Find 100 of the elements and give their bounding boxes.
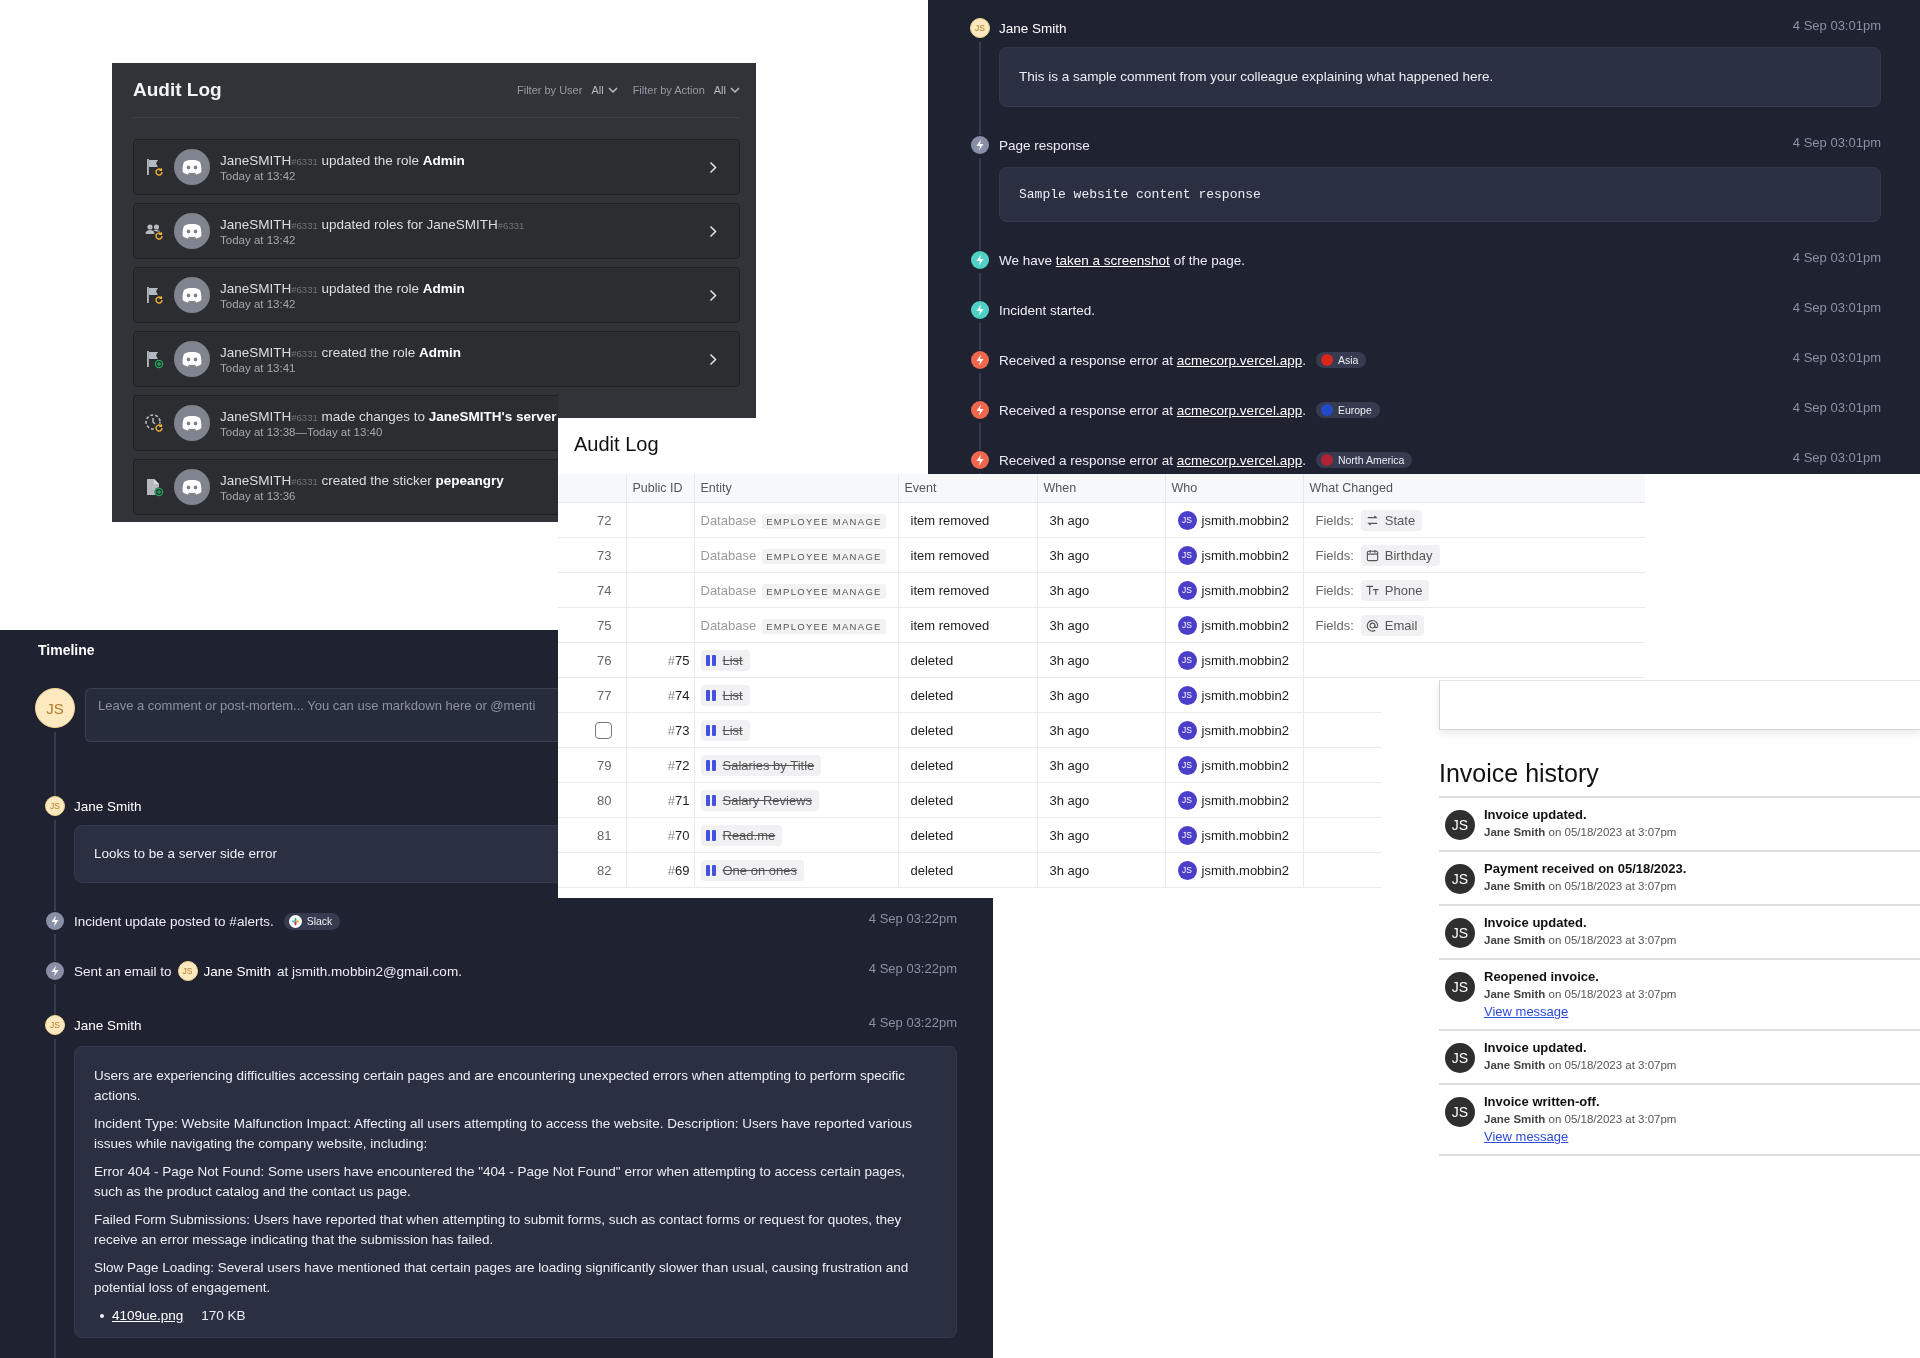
region-label: North America (1337, 454, 1405, 466)
board-icon (704, 863, 717, 877)
fields-label: Fields: (1315, 512, 1354, 528)
table-cell: 3h ago (1037, 642, 1165, 678)
event-text: Incident update posted to #alerts. (74, 913, 274, 929)
avatar: JS (1177, 510, 1197, 530)
audit-entry[interactable]: JaneSMITH#6331 updated roles for JaneSMITH#6331 Today at 13:42 (133, 203, 740, 259)
event-text: Received a response error at acmecorp.vercel.app. (999, 352, 1306, 368)
table-cell: #72 (626, 747, 694, 783)
comment-field[interactable]: Leave a comment or post-mortem... You can use markdown here or @menti (85, 688, 558, 742)
avatar: JS (970, 18, 990, 38)
avatar: JS (1177, 860, 1197, 880)
row-checkbox[interactable] (594, 721, 612, 739)
avatar: JS (1177, 580, 1197, 600)
page-chip[interactable]: One on ones (700, 859, 804, 881)
event-time: 4 Sep 03:01pm (1792, 300, 1881, 315)
entry-meta: Jane Smith on 05/18/2023 at 3:07pm (1484, 1059, 1677, 1071)
page-chip[interactable]: List (700, 649, 750, 671)
table-cell: item removed (898, 502, 1037, 538)
board-icon (704, 723, 717, 737)
panel-title: Timeline (37, 641, 96, 660)
event-time: 4 Sep 03:01pm (1792, 350, 1881, 365)
caret-icon (607, 87, 618, 93)
view-message-link[interactable]: View message (1484, 1129, 1677, 1144)
user-name: jsmith.mobbin2 (1201, 617, 1289, 633)
avatar: JS (177, 961, 198, 981)
table-cell: 3h ago (1037, 712, 1165, 748)
view-message-link[interactable]: View message (1484, 1004, 1677, 1019)
avatar (174, 341, 210, 377)
event-text: Page response (999, 137, 1090, 153)
flag-icon (144, 285, 164, 305)
table-cell: #75 (626, 642, 694, 678)
event-time: 4 Sep 03:22pm (868, 911, 957, 926)
table-cell: deleted (898, 642, 1037, 678)
event-time: 4 Sep 03:01pm (1792, 450, 1881, 465)
user-name: jsmith.mobbin2 (1201, 582, 1289, 598)
lightning-icon (971, 401, 989, 419)
page-title: Read.me (722, 827, 776, 843)
avatar (174, 469, 210, 505)
table-cell: 3h ago (1037, 677, 1165, 713)
avatar: JS (1177, 615, 1197, 635)
filter-dropdown[interactable]: All (591, 84, 618, 96)
link[interactable]: taken a screenshot (1055, 252, 1170, 268)
avatar (174, 405, 210, 441)
page-chip[interactable]: List (700, 684, 750, 706)
bullet-icon (100, 1313, 104, 1318)
table-cell: #73 (626, 712, 694, 748)
row-number: 72 (558, 502, 626, 538)
avatar: JS (1177, 545, 1197, 565)
page-chip[interactable]: List (700, 719, 750, 741)
database-tag: EMPLOYEE MANAGE (762, 548, 886, 564)
audit-entry[interactable]: JaneSMITH#6331 updated the role Admin Today at 13:42 (133, 139, 740, 195)
row-number: 76 (558, 642, 626, 678)
lightning-icon (971, 251, 989, 269)
row-number: 82 (558, 852, 626, 888)
flag-icon (144, 349, 164, 369)
people-icon (144, 221, 164, 241)
comment-text: Users are experiencing difficulties accessing certain pages and are encountering unexpected errors when attempting to perform specific actions. (94, 1067, 906, 1105)
entry-meta: Jane Smith on 05/18/2023 at 3:07pm (1484, 988, 1677, 1000)
entry-text: JaneSMITH#6331 updated roles for JaneSMITH#6331 (220, 216, 525, 232)
lightning-icon (971, 301, 989, 319)
event-time: 4 Sep 03:01pm (1792, 250, 1881, 265)
region-label: Asia (1337, 354, 1359, 366)
table-cell: 3h ago (1037, 572, 1165, 608)
filter-dropdown[interactable]: All (713, 84, 740, 96)
column-header: What Changed (1303, 474, 1645, 503)
table-cell: 3h ago (1037, 852, 1165, 888)
row-number: 77 (558, 677, 626, 713)
page-chip[interactable]: Read.me (700, 824, 783, 846)
table-cell: deleted (898, 782, 1037, 818)
board-icon (704, 653, 717, 667)
column-header: Event (898, 474, 1037, 503)
avatar: JS (1445, 1043, 1475, 1073)
page-chip[interactable]: Salaries by Title (700, 754, 822, 776)
avatar: JS (1177, 825, 1197, 845)
attachment-link[interactable]: 4109ue.png (112, 1308, 184, 1323)
sticker-icon (144, 477, 164, 497)
page-chip[interactable]: Salary Reviews (700, 789, 820, 811)
avatar (174, 277, 210, 313)
caret-icon (730, 87, 740, 93)
entry-meta: Jane Smith on 05/18/2023 at 3:07pm (1484, 880, 1678, 892)
entry-time: Today at 13:36 (220, 489, 296, 502)
audit-entry[interactable]: JaneSMITH#6331 updated the role Admin Today at 13:42 (133, 267, 740, 323)
audit-entry[interactable]: JaneSMITH#6331 created the role Admin Today at 13:41 (133, 331, 740, 387)
audit-entry[interactable]: JaneSMITH#6331 created the sticker pepeangry Today at 13:36 (133, 459, 558, 515)
entry-title: Invoice updated. (1484, 807, 1588, 822)
avatar: JS (45, 1015, 65, 1035)
table-cell: item removed (898, 607, 1037, 643)
avatar: JS (1177, 720, 1197, 740)
entry-text: JaneSMITH#6331 created the sticker pepeangry (220, 472, 504, 488)
entry-meta: Jane Smith on 05/18/2023 at 3:07pm (1484, 826, 1677, 838)
clock-icon (144, 413, 164, 433)
avatar: JS (1445, 1097, 1475, 1127)
avatar: JS (1445, 972, 1475, 1002)
event-text: Received a response error at acmecorp.vercel.app. (999, 452, 1306, 468)
table-cell: #69 (626, 852, 694, 888)
board-icon (704, 758, 717, 772)
event-text: at jsmith.mobbin2@gmail.com. (277, 963, 462, 979)
comment-text: Error 404 - Page Not Found: Some users have encountered the "404 - Page Not Found" error when attempting to access certain pages, such as the product catalog and the contact us page. (94, 1163, 907, 1201)
audit-entry[interactable]: JaneSMITH#6331 made changes to JaneSMITH's server Today at 13:38—Today at 13:40 (133, 395, 558, 451)
